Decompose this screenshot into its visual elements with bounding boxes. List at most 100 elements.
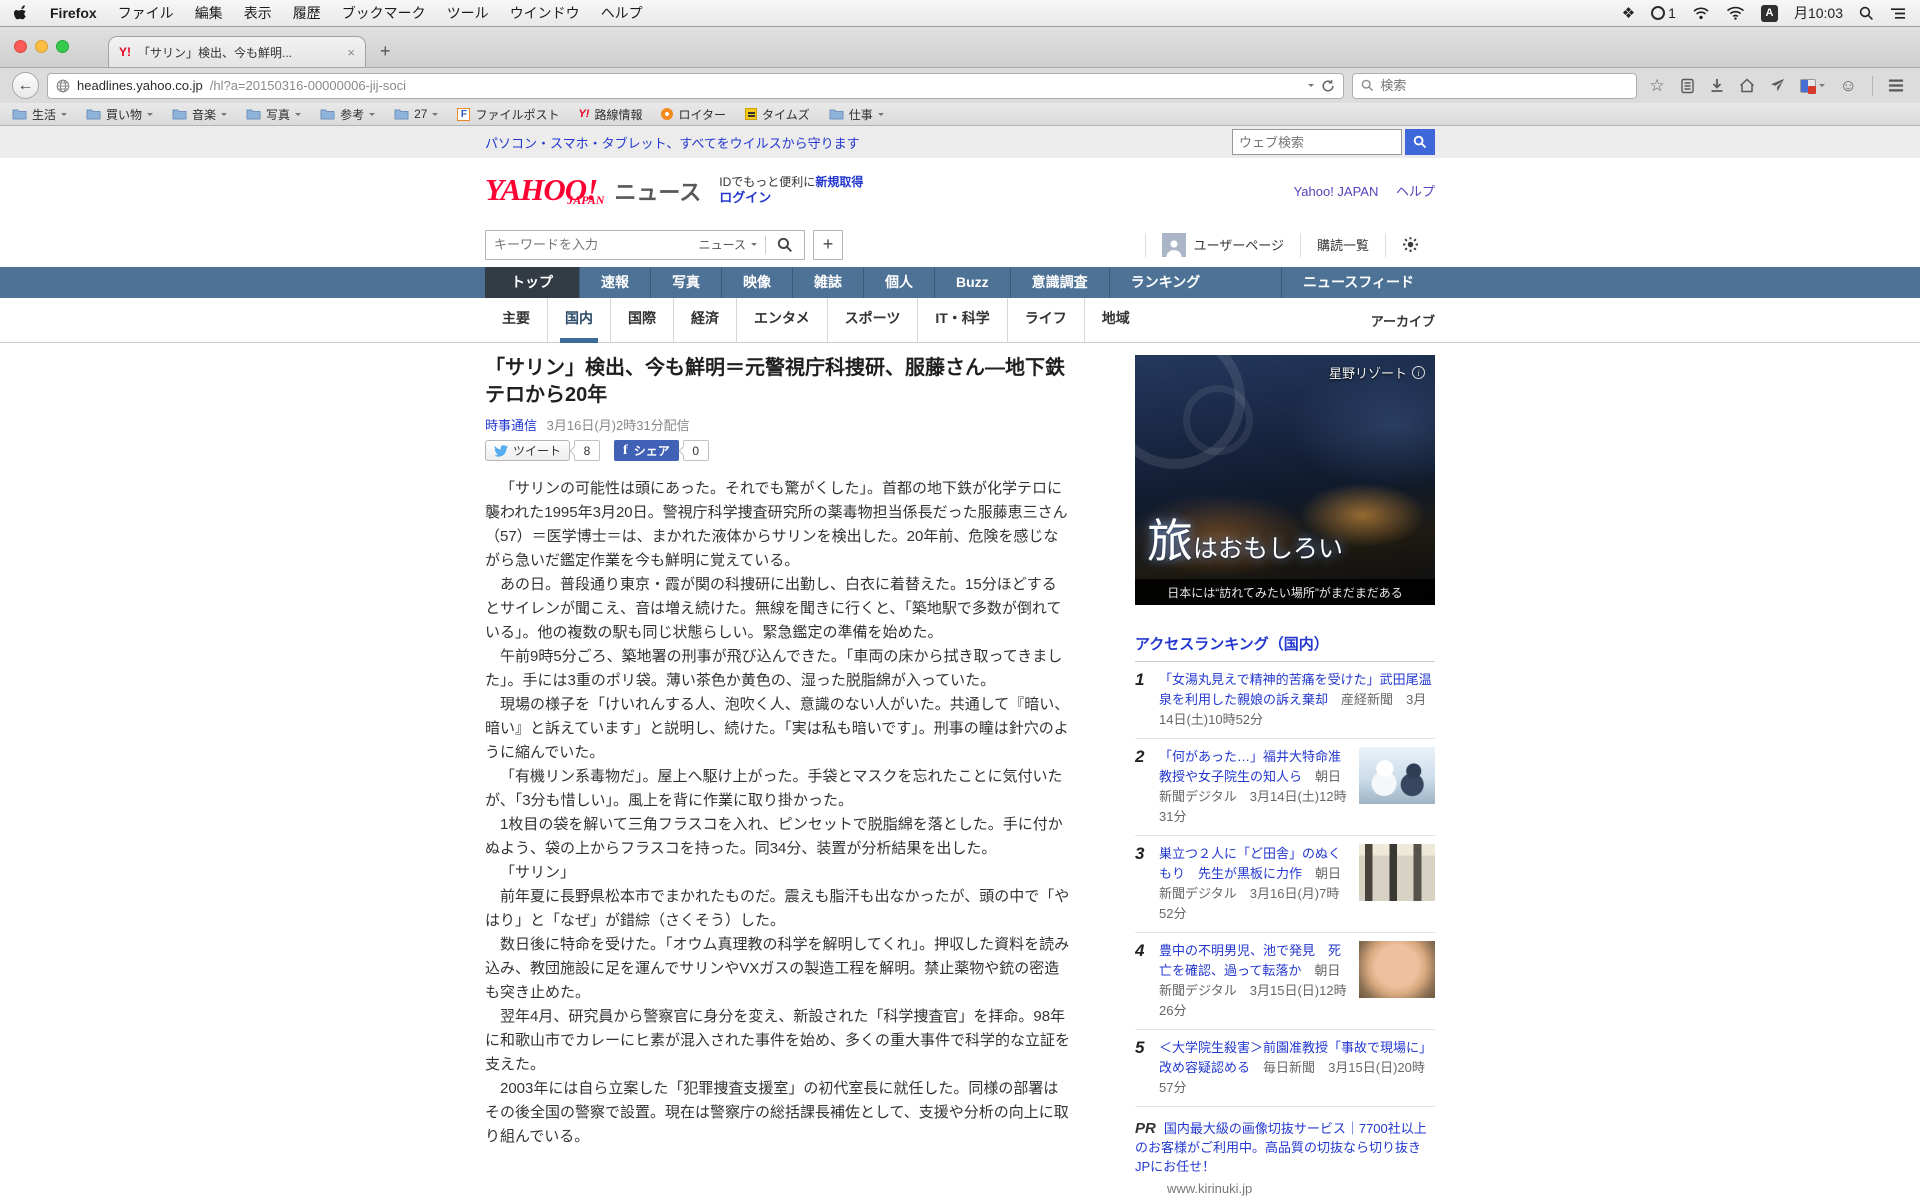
spotlight-icon[interactable] [1859,6,1874,21]
menu-window[interactable]: ウインドウ [510,3,580,23]
hamburger-menu-icon[interactable] [1888,79,1904,92]
bookmark-folder-life[interactable]: 生活 [12,106,68,123]
minimize-window-button[interactable] [35,40,48,53]
browser-search-box[interactable] [1352,72,1638,99]
rank-number: 4 [1135,941,1145,960]
archive-link[interactable]: アーカイブ [1371,311,1435,330]
share-row: ツイート 8 f シェア 0 [485,440,1070,461]
nav-ranking[interactable]: ランキング [1108,267,1222,298]
pdf-converter-button[interactable] [1799,78,1825,94]
web-search-button[interactable] [1405,129,1435,155]
subscriptions-link[interactable]: 購読一覧 [1299,232,1385,257]
zoom-window-button[interactable] [56,40,69,53]
menu-help[interactable]: ヘルプ [601,3,643,23]
menu-edit[interactable]: 編集 [195,3,223,23]
bookmarks-panel-icon[interactable] [1680,78,1695,94]
facebook-share-button[interactable]: f シェア [614,440,679,461]
apple-icon[interactable] [14,4,29,22]
menubar-clock[interactable]: 月10:03 [1794,3,1843,23]
ranking-thumbnail-snow[interactable] [1359,747,1435,804]
tweet-button[interactable]: ツイート [485,440,571,461]
menu-file[interactable]: ファイル [118,3,174,23]
article-source-link[interactable]: 時事通信 [485,418,537,433]
bookmark-transit[interactable]: Y! 路線情報 [578,106,642,123]
nav-photo[interactable]: 写真 [650,267,721,298]
reload-icon[interactable] [1321,79,1335,93]
browser-tab[interactable]: Y! 「サリン」検出、今も鮮明... × [108,36,366,67]
pr-ad-link[interactable]: 国内最大級の画像切抜サービス｜7700社以上のお客様がご利用中。高品質の切抜なら… [1135,1121,1427,1174]
bookmark-filepost[interactable]: F ファイルポスト [457,106,559,123]
new-tab-button[interactable]: + [380,41,391,62]
subnav-economy[interactable]: 経済 [673,298,736,342]
menu-history[interactable]: 履歴 [293,3,321,23]
ad-info-icon[interactable]: i [1412,366,1425,379]
promo-link[interactable]: パソコン・スマホ・タブレット、すべてをウイルスから守ります [485,133,860,152]
add-search-tab-button[interactable]: + [813,229,843,260]
rank-number: 3 [1135,844,1145,863]
bookmark-folder-reference[interactable]: 参考 [320,106,376,123]
subnav-entertainment[interactable]: エンタメ [736,298,827,342]
wifi-transfer-icon[interactable] [1692,6,1710,20]
user-page-link[interactable]: ユーザーページ [1144,232,1300,257]
bookmark-folder-work[interactable]: 仕事 [829,106,884,123]
notification-center-icon[interactable] [1890,7,1906,20]
back-button[interactable]: ← [12,72,39,99]
menu-bookmarks[interactable]: ブックマーク [342,3,426,23]
bookmark-times[interactable]: タイムズ [745,106,810,123]
subnav-sports[interactable]: スポーツ [826,298,918,342]
nav-video[interactable]: 映像 [721,267,792,298]
url-bar[interactable]: headlines.yahoo.co.jp/hl?a=20150316-0000… [47,72,1345,99]
bookmark-folder-photo[interactable]: 写真 [246,106,302,123]
register-link[interactable]: 新規取得 [815,175,863,189]
nav-magazine[interactable]: 雑誌 [792,267,863,298]
nav-poll[interactable]: 意識調査 [1009,267,1109,298]
subnav-life[interactable]: ライフ [1006,298,1084,342]
smiley-extension-icon[interactable]: ☺ [1840,77,1857,94]
search-scope-select[interactable]: ニュース [691,235,766,254]
dropbox-icon[interactable]: ❖ [1622,4,1635,22]
settings-button[interactable] [1385,232,1435,257]
share-send-icon[interactable] [1770,78,1785,93]
ad-banner-top[interactable]: 星野リゾート i 旅はおもしろい 日本には“訪れてみたい場所”がまだまだある [1135,355,1435,605]
bookmark-star-icon[interactable]: ☆ [1649,77,1664,94]
bookmark-folder-music[interactable]: 音楽 [172,106,228,123]
yahoo-japan-link[interactable]: Yahoo! JAPAN [1294,184,1379,199]
url-dropdown-icon[interactable] [1308,84,1315,87]
nav-top[interactable]: トップ [485,267,579,298]
help-link[interactable]: ヘルプ [1396,184,1435,199]
ranking-link[interactable]: 巣立つ２人に「ど田舎」のぬくもり 先生が黒板に力作 [1159,846,1341,881]
downloads-icon[interactable] [1710,78,1724,93]
subnav-local[interactable]: 地域 [1083,298,1147,342]
ranking-thumbnail-boy[interactable] [1359,941,1435,998]
news-search-input[interactable] [486,237,691,252]
login-link[interactable]: ログイン [719,190,771,205]
menu-view[interactable]: 表示 [244,3,272,23]
input-source-icon[interactable]: A [1760,4,1778,22]
subnav-world[interactable]: 国際 [610,298,673,342]
menu-firefox[interactable]: Firefox [50,5,97,21]
ranking-thumbnail-classroom[interactable] [1359,844,1435,901]
bookmark-reuters[interactable]: ロイター [661,106,726,123]
bookmark-folder-shopping[interactable]: 買い物 [86,106,154,123]
subnav-it-science[interactable]: IT・科学 [917,298,1006,342]
news-search-box[interactable]: ニュース [485,229,805,260]
menu-tools[interactable]: ツール [447,3,489,23]
nav-newsfeed[interactable]: ニュースフィード [1280,267,1435,298]
nav-personal[interactable]: 個人 [863,267,934,298]
subnav-major[interactable]: 主要 [485,298,547,342]
wifi-icon[interactable] [1726,6,1745,20]
nav-buzz[interactable]: Buzz [934,267,1010,298]
subnav-domestic[interactable]: 国内 [547,298,610,343]
home-icon[interactable] [1739,78,1755,93]
news-search-button[interactable] [766,237,804,253]
yahoo-logo[interactable]: YAHOO! JAPAN ニュース [485,174,701,207]
nav-flash[interactable]: 速報 [579,267,650,298]
creative-cloud-icon[interactable]: 1 [1651,5,1676,21]
tab-close-icon[interactable]: × [347,45,355,60]
close-window-button[interactable] [14,40,27,53]
browser-search-input[interactable] [1380,78,1629,93]
web-search-input[interactable] [1232,129,1402,155]
bookmark-folder-27[interactable]: 27 [394,107,439,121]
ranking-link[interactable]: 「何があった…」福井大特命准教授や女子院生の知人ら [1159,749,1341,784]
article-paragraph: あの日。普段通り東京・霞が関の科捜研に出勤し、白衣に着替えた。15分ほどするとサ… [485,576,1062,641]
